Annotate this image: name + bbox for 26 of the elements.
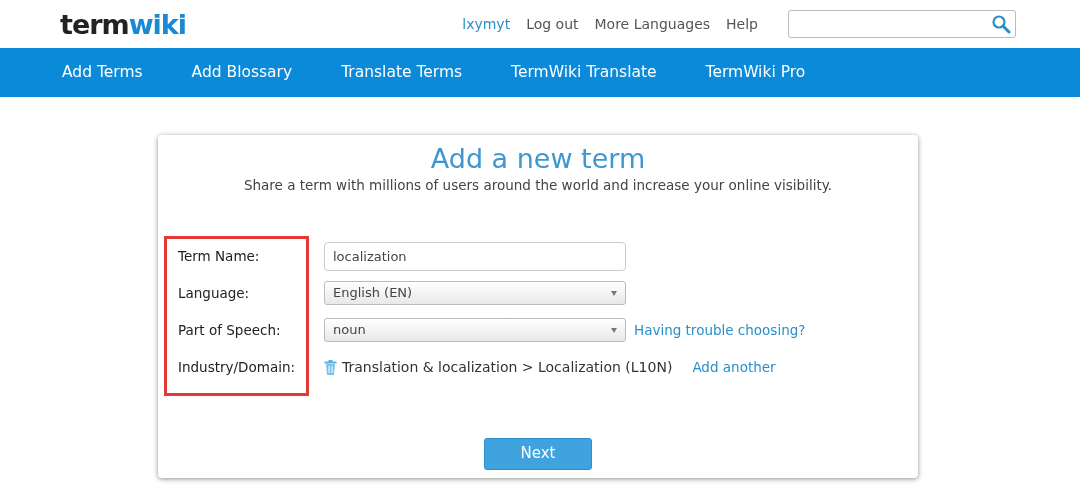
dropdown[interactable]: noun	[324, 318, 626, 343]
text-field[interactable]: localization	[324, 241, 626, 271]
form-title: Add a new term	[429, 143, 647, 176]
field-label: Part of Speech:	[177, 321, 282, 340]
domain-text: Translation & localization > Localization (L10N)	[342, 357, 673, 377]
header-link[interactable]: More Languages	[594, 13, 711, 35]
trash-icon[interactable]	[324, 359, 337, 375]
form-subtitle: Share a term with millions of users around the world and increase your online visibility.	[242, 176, 834, 196]
field-label: Language:	[177, 284, 251, 303]
search-icon[interactable]	[991, 14, 1011, 34]
nav-link[interactable]: TermWiki Pro	[705, 60, 806, 85]
nav-link[interactable]: TermWiki Translate	[511, 60, 657, 85]
logo[interactable]: termwiki	[60, 10, 187, 38]
header-link[interactable]: Help	[726, 13, 758, 35]
nav-link[interactable]: Add Terms	[62, 60, 143, 85]
nav-link[interactable]: Translate Terms	[341, 60, 463, 85]
nav-link[interactable]: Add Blossary	[191, 60, 293, 85]
username-link[interactable]: lxymyt	[462, 13, 511, 35]
next-button[interactable]: Next	[484, 437, 592, 470]
field-label: Term Name:	[177, 247, 261, 266]
dropdown[interactable]: English (EN)	[324, 281, 626, 306]
question-link[interactable]: Having trouble choosing?	[634, 320, 806, 341]
field-label: Industry/Domain:	[177, 358, 296, 377]
search-field[interactable]	[788, 10, 1016, 38]
header-link[interactable]: Log out	[526, 13, 579, 35]
add-link[interactable]: Add another	[692, 357, 776, 378]
